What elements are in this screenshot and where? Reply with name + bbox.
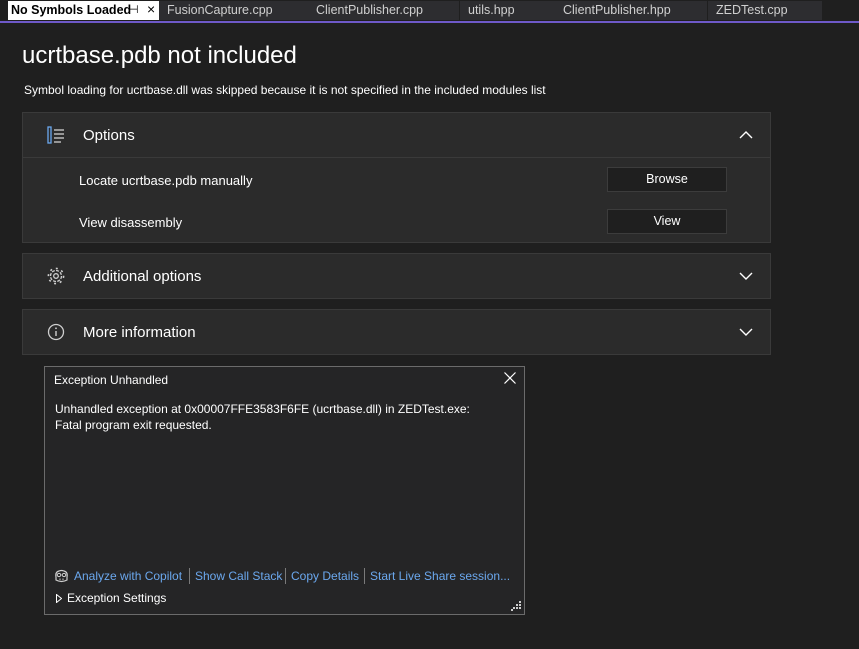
copy-details-link[interactable]: Copy Details [291, 569, 359, 583]
resize-grip-icon[interactable] [511, 601, 521, 611]
page-title: ucrtbase.pdb not included [22, 42, 297, 69]
gear-icon [47, 267, 65, 285]
tab-fusioncapture-cpp[interactable]: FusionCapture.cpp [159, 1, 309, 20]
tab-label: No Symbols Loaded [11, 3, 132, 17]
close-icon[interactable] [503, 371, 517, 385]
tab-zedtest-cpp[interactable]: ZEDTest.cpp [708, 1, 822, 20]
options-divider [23, 157, 770, 158]
exception-settings-label: Exception Settings [67, 591, 167, 605]
pin-icon[interactable]: ⊣ [129, 1, 139, 20]
dialog-title: Exception Unhandled [54, 373, 169, 387]
options-header[interactable]: Options [23, 113, 770, 157]
copilot-icon [55, 569, 68, 583]
link-separator [189, 568, 190, 584]
show-call-stack-link[interactable]: Show Call Stack [195, 569, 282, 583]
list-options-icon [47, 126, 64, 144]
additional-options-panel: Additional options [22, 253, 771, 299]
additional-options-label: Additional options [83, 268, 202, 285]
view-disassembly-label: View disassembly [79, 215, 183, 230]
info-icon [47, 323, 65, 341]
more-information-header[interactable]: More information [23, 310, 770, 354]
tab-accent-line [0, 21, 859, 23]
link-separator [285, 568, 286, 584]
tab-label: ClientPublisher.cpp [316, 3, 424, 17]
options-panel: Options Locate ucrtbase.pdb manually Bro… [22, 112, 771, 243]
tab-label: utils.hpp [468, 3, 515, 17]
exception-message: Unhandled exception at 0x00007FFE3583F6F… [55, 402, 470, 432]
page-subtitle: Symbol loading for ucrtbase.dll was skip… [24, 83, 546, 97]
browse-button[interactable]: Browse [607, 167, 727, 192]
more-information-label: More information [83, 324, 196, 341]
tab-label: FusionCapture.cpp [167, 3, 273, 17]
document-tab-bar: No Symbols Loaded ⊣ × FusionCapture.cpp … [0, 0, 859, 21]
exception-dialog: Exception Unhandled Unhandled exception … [44, 366, 525, 615]
tab-clientpublisher-hpp[interactable]: ClientPublisher.hpp [555, 1, 707, 20]
additional-options-header[interactable]: Additional options [23, 254, 770, 298]
tab-label: ClientPublisher.hpp [563, 3, 671, 17]
tab-label: ZEDTest.cpp [716, 3, 788, 17]
tab-no-symbols-loaded[interactable]: No Symbols Loaded ⊣ × [8, 1, 161, 20]
view-button[interactable]: View [607, 209, 727, 234]
tab-utils-hpp[interactable]: utils.hpp [460, 1, 555, 20]
chevron-down-icon[interactable] [738, 324, 754, 340]
locate-pdb-label: Locate ucrtbase.pdb manually [79, 173, 253, 188]
options-label: Options [83, 127, 135, 144]
start-live-share-link[interactable]: Start Live Share session... [370, 569, 510, 583]
chevron-down-icon[interactable] [738, 268, 754, 284]
tab-clientpublisher-cpp[interactable]: ClientPublisher.cpp [308, 1, 459, 20]
close-tab-icon[interactable]: × [147, 1, 155, 19]
chevron-up-icon[interactable] [738, 127, 754, 143]
more-information-panel: More information [22, 309, 771, 355]
analyze-with-copilot-link[interactable]: Analyze with Copilot [74, 569, 182, 583]
expand-triangle-icon [56, 594, 62, 603]
link-separator [364, 568, 365, 584]
